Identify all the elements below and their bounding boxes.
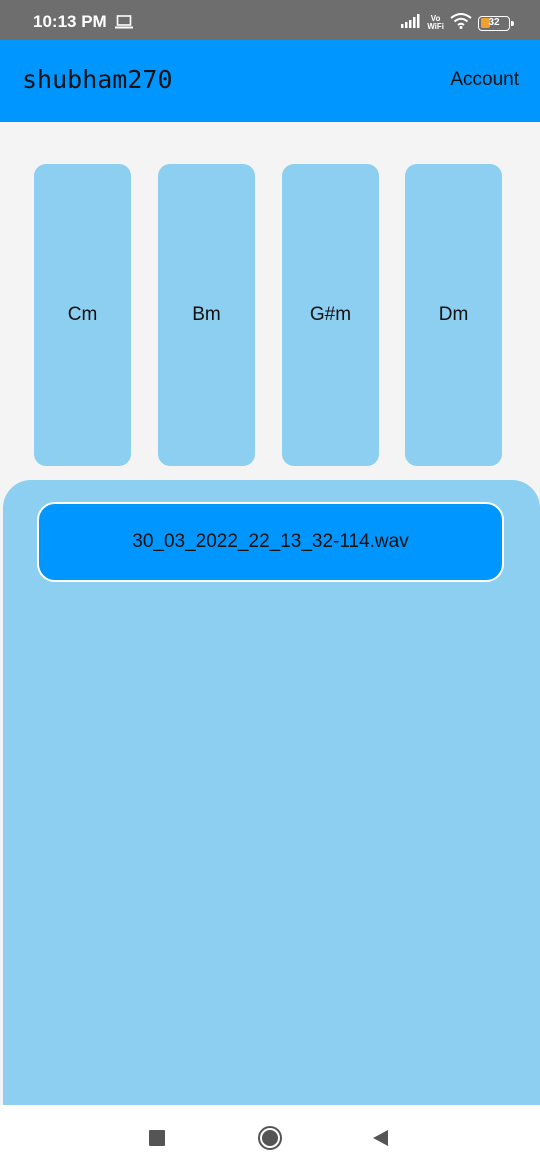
status-bar: 10:13 PM Vo WiFi 32 [0, 0, 540, 40]
signal-icon [401, 13, 421, 33]
status-time: 10:13 PM [33, 12, 107, 31]
account-button[interactable]: Account [450, 69, 519, 91]
recordings-panel [3, 480, 540, 1170]
laptop-icon [115, 15, 133, 34]
battery-icon: 32 [478, 15, 514, 31]
chord-card-bm[interactable]: Bm [158, 164, 255, 466]
home-icon[interactable] [257, 1125, 283, 1151]
vowifi-icon: Vo WiFi [427, 15, 444, 31]
back-icon[interactable] [367, 1125, 393, 1151]
battery-level: 32 [488, 16, 500, 28]
navigation-bar [0, 1105, 540, 1170]
chord-card-cm[interactable]: Cm [34, 164, 131, 466]
app-title: shubham270 [22, 65, 173, 94]
app-bar: shubham270 Account [0, 40, 540, 122]
vowifi-bottom-label: WiFi [427, 22, 444, 31]
status-icons: Vo WiFi 32 [401, 12, 514, 34]
chord-row: Cm Bm G#m Dm [34, 164, 502, 466]
wifi-icon [450, 12, 472, 34]
chord-card-gsharp-m[interactable]: G#m [282, 164, 379, 466]
recents-icon[interactable] [144, 1125, 170, 1151]
recording-item[interactable]: 30_03_2022_22_13_32-114.wav [37, 502, 504, 582]
chord-card-dm[interactable]: Dm [405, 164, 502, 466]
